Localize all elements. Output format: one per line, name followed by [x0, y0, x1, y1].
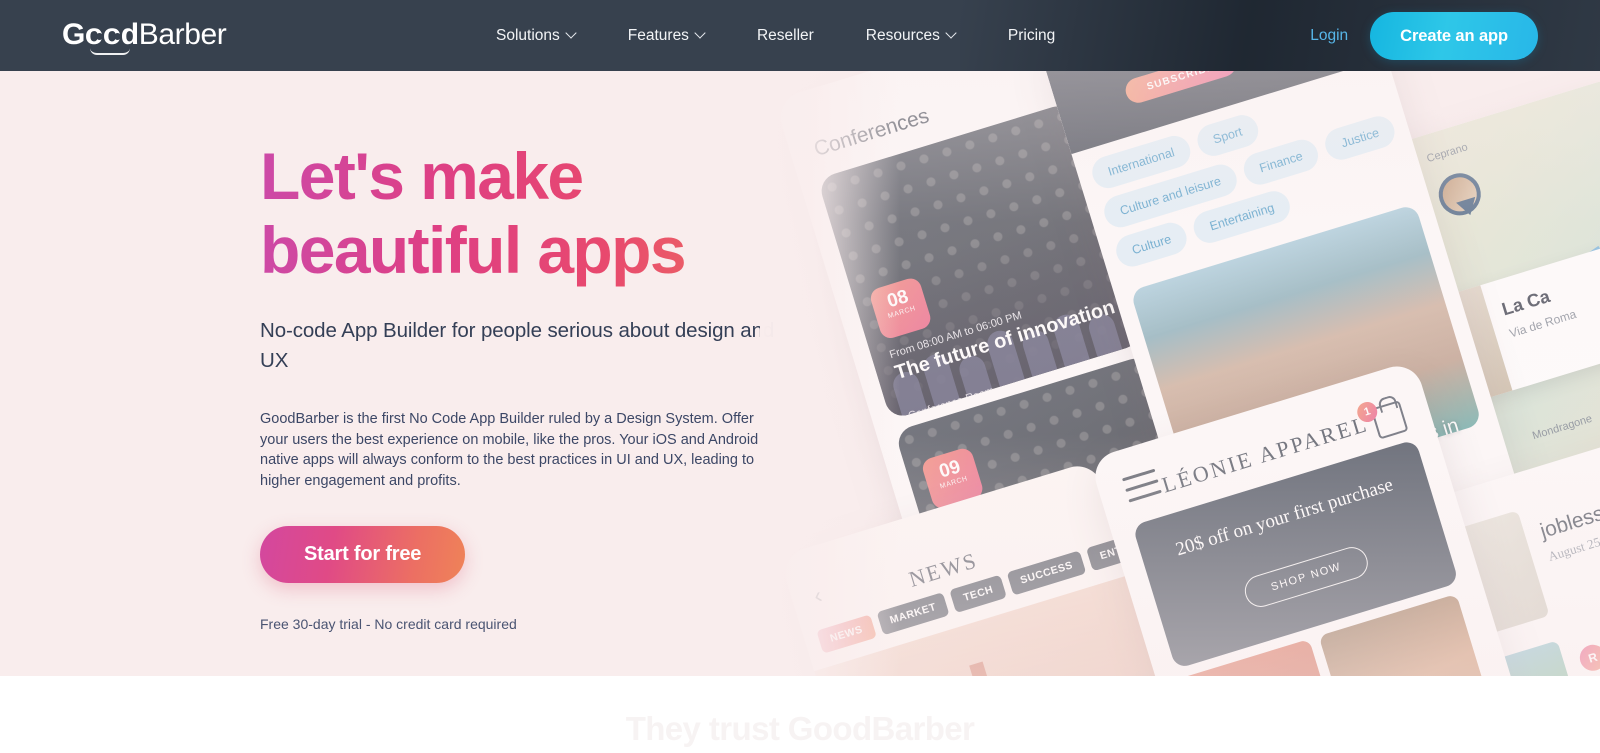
chip-market[interactable]: MARKET: [876, 592, 950, 636]
nav-label-reseller: Reseller: [756, 26, 814, 44]
hero-subheading: No-code App Builder for people serious a…: [260, 319, 775, 372]
hero-body-text: GoodBarber is the first No Code App Buil…: [260, 411, 759, 489]
trial-disclaimer: Free 30-day trial - No credit card requi…: [260, 616, 517, 632]
nav-label-solutions: Solutions: [496, 26, 560, 44]
subscribe-button[interactable]: SUBSCRIBE: [1122, 71, 1239, 106]
chevron-down-icon: [567, 29, 576, 38]
hero-copy: Let's make beautiful apps No-code App Bu…: [260, 139, 820, 632]
site-header: GoodBarber Solutions Features Reseller R…: [0, 0, 1600, 71]
logo-smile-icon: [90, 48, 130, 55]
category-sport[interactable]: Sport: [1193, 111, 1262, 160]
create-an-app-button[interactable]: Create an app: [1370, 11, 1538, 60]
shop-now-button[interactable]: SHOP NOW: [1240, 543, 1372, 611]
chip-news[interactable]: NEWS: [816, 614, 877, 654]
hero-phone-collage: Conferences See all 08 MARCH From 08:00 …: [760, 71, 1600, 676]
nav-item-reseller[interactable]: Reseller: [731, 0, 840, 71]
nav-item-pricing[interactable]: Pricing: [982, 0, 1081, 71]
login-link[interactable]: Login: [1310, 27, 1348, 45]
nav-item-solutions[interactable]: Solutions: [470, 0, 602, 71]
main-navigation: Solutions Features Reseller Resources Pr…: [470, 0, 1081, 71]
category-justice[interactable]: Justice: [1321, 112, 1399, 164]
trust-heading: They trust GoodBarber: [625, 710, 975, 747]
nav-label-resources: Resources: [865, 26, 940, 44]
nav-item-features[interactable]: Features: [602, 0, 731, 71]
nav-label-features: Features: [627, 26, 689, 44]
chip-success[interactable]: SUCCESS: [1006, 550, 1087, 596]
avatar: R: [1576, 641, 1600, 675]
chevron-down-icon: [947, 29, 956, 38]
chip-tech[interactable]: TECH: [949, 574, 1007, 613]
hero-section: Let's make beautiful apps No-code App Bu…: [0, 71, 1600, 676]
logo-text-light: Barber: [138, 18, 227, 51]
chevron-down-icon: [696, 29, 705, 38]
logo-eyes-icon: [93, 30, 127, 43]
chevron-left-icon[interactable]: ‹: [811, 582, 826, 609]
nav-item-resources[interactable]: Resources: [840, 0, 982, 71]
site-logo[interactable]: GoodBarber: [62, 17, 227, 55]
header-actions: Login Create an app: [1310, 0, 1538, 71]
nav-label-pricing: Pricing: [1007, 26, 1056, 44]
start-for-free-button[interactable]: Start for free: [260, 526, 466, 583]
page-title: Let's make beautiful apps: [260, 139, 820, 287]
page-root: GoodBarber Solutions Features Reseller R…: [0, 0, 1600, 753]
